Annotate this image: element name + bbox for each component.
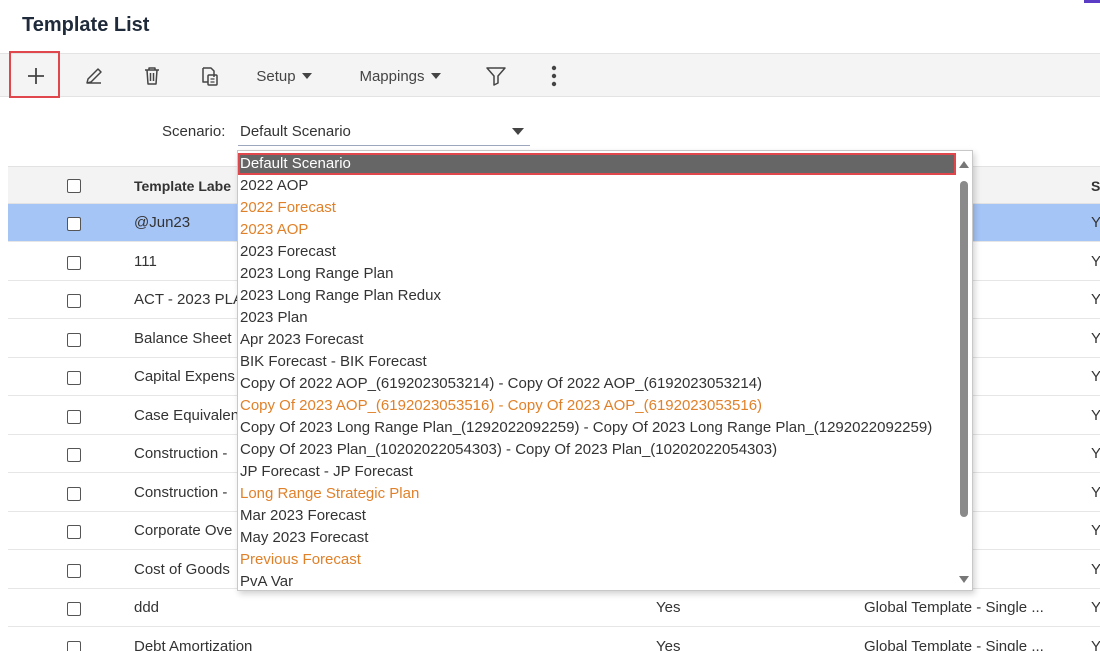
copy-button[interactable] <box>187 54 231 98</box>
column-header-template-label[interactable]: Template Labe <box>134 178 231 194</box>
scroll-up-icon[interactable] <box>959 161 969 168</box>
scenario-selected-value: Default Scenario <box>240 123 351 140</box>
cell-template-label: @Jun23 <box>134 214 191 231</box>
dropdown-option[interactable]: Previous Forecast <box>238 549 956 571</box>
dropdown-option[interactable]: 2023 Long Range Plan Redux <box>238 285 956 307</box>
table-row[interactable]: ddd Yes Global Template - Single ... Y <box>8 589 1100 627</box>
dropdown-scrollbar[interactable] <box>958 155 970 587</box>
cell-s: Y <box>1091 214 1100 231</box>
dropdown-option[interactable]: JP Forecast - JP Forecast <box>238 461 956 483</box>
row-checkbox[interactable] <box>67 640 81 651</box>
chevron-down-icon <box>430 73 441 79</box>
cell-template-label: Corporate Ove <box>134 522 233 539</box>
dropdown-items: Default Scenario 2022 AOP 2022 Forecast 202… <box>238 153 956 590</box>
dropdown-option[interactable]: Mar 2023 Forecast <box>238 505 956 527</box>
cell-template-type: Global Template - Single ... <box>864 599 1044 616</box>
scenario-dropdown-list[interactable]: Default Scenario 2022 AOP 2022 Forecast 202… <box>237 150 973 591</box>
dropdown-option[interactable]: May 2023 Forecast <box>238 527 956 549</box>
cell-s: Y <box>1091 483 1100 501</box>
row-checkbox[interactable] <box>67 486 81 501</box>
top-accent-bar <box>1084 0 1100 3</box>
row-checkbox[interactable] <box>67 409 81 424</box>
cell-template-label: Capital Expens <box>134 368 235 385</box>
row-checkbox[interactable] <box>67 255 81 270</box>
select-all-checkbox[interactable] <box>67 179 81 193</box>
dropdown-option[interactable]: Copy Of 2023 Plan_(10202022054303) - Cop… <box>238 439 956 461</box>
scenario-label: Scenario: <box>162 123 226 140</box>
add-button-highlight <box>9 51 60 98</box>
scenario-select[interactable]: Default Scenario <box>238 119 530 146</box>
chevron-down-icon[interactable] <box>512 128 524 135</box>
cell-template-label: Cost of Goods <box>134 560 230 578</box>
cell-s: Y <box>1091 252 1100 270</box>
row-checkbox[interactable] <box>67 371 81 385</box>
page-title: Template List <box>22 14 150 36</box>
dropdown-option[interactable]: 2023 AOP <box>238 219 956 241</box>
cell-template-label: ddd <box>134 599 160 616</box>
dropdown-option[interactable]: Long Range Strategic Plan <box>238 483 956 505</box>
cell-template-label: Case Equivalen <box>134 406 240 424</box>
dropdown-option[interactable]: Copy Of 2022 AOP_(6192023053214) - Copy … <box>238 373 956 395</box>
dropdown-option[interactable]: 2022 AOP <box>238 175 956 197</box>
cell-flag: Yes <box>656 637 681 651</box>
cell-s: Y <box>1091 406 1100 424</box>
edit-button[interactable] <box>72 54 116 98</box>
row-checkbox[interactable] <box>67 332 81 347</box>
cell-s: Y <box>1091 291 1100 308</box>
row-checkbox[interactable] <box>67 294 81 308</box>
pencil-icon <box>83 65 105 87</box>
cell-s: Y <box>1091 368 1100 385</box>
setup-menu-button[interactable]: Setup <box>246 54 322 98</box>
cell-template-label: ACT - 2023 PLA <box>134 291 243 308</box>
cell-template-label: Construction - <box>134 445 228 462</box>
dropdown-option[interactable]: Apr 2023 Forecast <box>238 329 956 351</box>
cell-s: Y <box>1091 522 1100 539</box>
row-checkbox[interactable] <box>67 217 81 231</box>
row-checkbox[interactable] <box>67 563 81 578</box>
cell-s: Y <box>1091 560 1100 578</box>
more-options-button[interactable] <box>532 54 576 98</box>
scrollbar-thumb[interactable] <box>960 181 968 517</box>
cell-template-type: Global Template - Single ... <box>864 637 1044 651</box>
copy-icon <box>198 65 220 87</box>
row-checkbox[interactable] <box>67 602 81 616</box>
row-checkbox[interactable] <box>67 448 81 462</box>
chevron-down-icon <box>301 73 312 79</box>
cell-flag: Yes <box>656 599 681 616</box>
column-header-s[interactable]: S <box>1091 178 1100 194</box>
dropdown-option[interactable]: 2023 Forecast <box>238 241 956 263</box>
dropdown-option[interactable]: Copy Of 2023 Long Range Plan_(1292022092… <box>238 417 956 439</box>
dropdown-option[interactable]: Copy Of 2023 AOP_(6192023053516) - Copy … <box>238 395 956 417</box>
mappings-menu-button[interactable]: Mappings <box>348 54 452 98</box>
cell-s: Y <box>1091 637 1100 651</box>
setup-label: Setup <box>256 67 296 85</box>
row-checkbox[interactable] <box>67 525 81 539</box>
cell-template-label: 111 <box>134 252 157 270</box>
dropdown-option[interactable]: BIK Forecast - BIK Forecast <box>238 351 956 373</box>
trash-icon <box>142 65 162 87</box>
cell-template-label: Construction - <box>134 483 228 501</box>
more-vertical-icon <box>551 65 557 87</box>
filter-icon <box>485 65 507 87</box>
mappings-label: Mappings <box>359 67 425 85</box>
dropdown-option[interactable]: 2022 Forecast <box>238 197 956 219</box>
scroll-down-icon[interactable] <box>959 576 969 583</box>
dropdown-option[interactable]: PvA Var <box>238 571 956 590</box>
cell-s: Y <box>1091 329 1100 347</box>
cell-s: Y <box>1091 445 1100 462</box>
table-row[interactable]: Debt Amortization Yes Global Template - Si… <box>8 627 1100 651</box>
filter-button[interactable] <box>474 54 518 98</box>
toolbar: Setup Mappings <box>0 53 1100 97</box>
dropdown-option[interactable]: 2023 Long Range Plan <box>238 263 956 285</box>
cell-s: Y <box>1091 599 1100 616</box>
cell-template-label: Balance Sheet <box>134 329 232 347</box>
delete-button[interactable] <box>130 54 174 98</box>
dropdown-option[interactable]: 2023 Plan <box>238 307 956 329</box>
dropdown-option[interactable]: Default Scenario <box>238 153 956 175</box>
cell-template-label: Debt Amortization <box>134 637 253 651</box>
